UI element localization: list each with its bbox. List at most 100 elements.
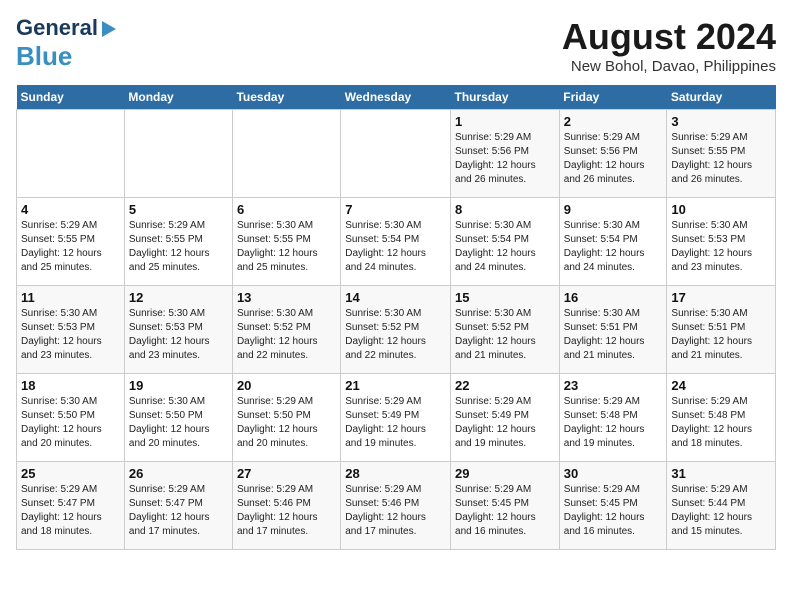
day-info: Sunrise: 5:29 AM Sunset: 5:45 PM Dayligh… — [455, 483, 555, 539]
day-number: 20 — [237, 378, 336, 393]
day-info: Sunrise: 5:30 AM Sunset: 5:50 PM Dayligh… — [129, 395, 228, 451]
calendar-cell: 16 Sunrise: 5:30 AM Sunset: 5:51 PM Dayli… — [559, 286, 667, 374]
calendar-cell: 15 Sunrise: 5:30 AM Sunset: 5:52 PM Dayli… — [451, 286, 560, 374]
day-number: 2 — [564, 114, 663, 129]
day-info: Sunrise: 5:30 AM Sunset: 5:54 PM Dayligh… — [455, 219, 555, 275]
calendar-cell: 30 Sunrise: 5:29 AM Sunset: 5:45 PM Dayli… — [559, 462, 667, 550]
day-number: 7 — [345, 202, 446, 217]
day-number: 10 — [671, 202, 771, 217]
calendar-cell — [232, 110, 340, 198]
day-header-monday: Monday — [124, 85, 232, 110]
day-number: 1 — [455, 114, 555, 129]
title-block: August 2024 New Bohol, Davao, Philippine… — [562, 16, 776, 75]
calendar-cell: 29 Sunrise: 5:29 AM Sunset: 5:45 PM Dayli… — [451, 462, 560, 550]
day-number: 25 — [21, 466, 120, 481]
day-info: Sunrise: 5:29 AM Sunset: 5:45 PM Dayligh… — [564, 483, 663, 539]
day-number: 15 — [455, 290, 555, 305]
day-info: Sunrise: 5:29 AM Sunset: 5:46 PM Dayligh… — [345, 483, 446, 539]
day-header-tuesday: Tuesday — [232, 85, 340, 110]
month-year: August 2024 — [562, 16, 776, 58]
day-number: 29 — [455, 466, 555, 481]
calendar-week-2: 4Sunrise: 5:29 AM Sunset: 5:55 PM Daylig… — [17, 198, 776, 286]
day-number: 24 — [671, 378, 771, 393]
page-header: General Blue August 2024 New Bohol, Dava… — [16, 16, 776, 75]
location: New Bohol, Davao, Philippines — [562, 58, 776, 75]
day-info: Sunrise: 5:29 AM Sunset: 5:46 PM Dayligh… — [237, 483, 336, 539]
calendar-cell: 13 Sunrise: 5:30 AM Sunset: 5:52 PM Dayli… — [232, 286, 340, 374]
day-number: 27 — [237, 466, 336, 481]
day-number: 5 — [129, 202, 228, 217]
calendar-cell: 24Sunrise: 5:29 AM Sunset: 5:48 PM Dayli… — [667, 374, 776, 462]
day-number: 26 — [129, 466, 228, 481]
calendar-cell: 12Sunrise: 5:30 AM Sunset: 5:53 PM Dayli… — [124, 286, 232, 374]
calendar-cell: 28 Sunrise: 5:29 AM Sunset: 5:46 PM Dayli… — [341, 462, 451, 550]
day-number: 8 — [455, 202, 555, 217]
day-info: Sunrise: 5:30 AM Sunset: 5:52 PM Dayligh… — [455, 307, 555, 363]
calendar-cell: 23Sunrise: 5:29 AM Sunset: 5:48 PM Dayli… — [559, 374, 667, 462]
day-number: 22 — [455, 378, 555, 393]
calendar-body: 1 Sunrise: 5:29 AM Sunset: 5:56 PM Daylig… — [17, 110, 776, 550]
day-number: 17 — [671, 290, 771, 305]
day-info: Sunrise: 5:29 AM Sunset: 5:55 PM Dayligh… — [129, 219, 228, 275]
day-number: 28 — [345, 466, 446, 481]
calendar-table: SundayMondayTuesdayWednesdayThursdayFrid… — [16, 85, 776, 550]
day-info: Sunrise: 5:30 AM Sunset: 5:55 PM Dayligh… — [237, 219, 336, 275]
calendar-week-3: 11Sunrise: 5:30 AM Sunset: 5:53 PM Dayli… — [17, 286, 776, 374]
calendar-cell: 1 Sunrise: 5:29 AM Sunset: 5:56 PM Daylig… — [451, 110, 560, 198]
day-info: Sunrise: 5:29 AM Sunset: 5:56 PM Dayligh… — [564, 131, 663, 187]
calendar-cell: 2 Sunrise: 5:29 AM Sunset: 5:56 PM Daylig… — [559, 110, 667, 198]
calendar-cell: 18 Sunrise: 5:30 AM Sunset: 5:50 PM Dayli… — [17, 374, 125, 462]
calendar-cell: 5 Sunrise: 5:29 AM Sunset: 5:55 PM Daylig… — [124, 198, 232, 286]
calendar-cell: 14 Sunrise: 5:30 AM Sunset: 5:52 PM Dayli… — [341, 286, 451, 374]
day-info: Sunrise: 5:30 AM Sunset: 5:52 PM Dayligh… — [237, 307, 336, 363]
day-info: Sunrise: 5:29 AM Sunset: 5:47 PM Dayligh… — [129, 483, 228, 539]
calendar-cell: 6 Sunrise: 5:30 AM Sunset: 5:55 PM Daylig… — [232, 198, 340, 286]
day-info: Sunrise: 5:29 AM Sunset: 5:49 PM Dayligh… — [345, 395, 446, 451]
day-number: 30 — [564, 466, 663, 481]
calendar-cell: 25 Sunrise: 5:29 AM Sunset: 5:47 PM Dayli… — [17, 462, 125, 550]
day-number: 3 — [671, 114, 771, 129]
day-info: Sunrise: 5:29 AM Sunset: 5:56 PM Dayligh… — [455, 131, 555, 187]
calendar-cell: 10 Sunrise: 5:30 AM Sunset: 5:53 PM Dayli… — [667, 198, 776, 286]
day-number: 19 — [129, 378, 228, 393]
day-number: 12 — [129, 290, 228, 305]
calendar-cell: 26 Sunrise: 5:29 AM Sunset: 5:47 PM Dayli… — [124, 462, 232, 550]
logo-text: General — [16, 16, 116, 40]
day-number: 14 — [345, 290, 446, 305]
calendar-week-4: 18 Sunrise: 5:30 AM Sunset: 5:50 PM Dayli… — [17, 374, 776, 462]
logo: General Blue — [16, 16, 116, 71]
day-number: 9 — [564, 202, 663, 217]
calendar-cell: 21Sunrise: 5:29 AM Sunset: 5:49 PM Dayli… — [341, 374, 451, 462]
day-info: Sunrise: 5:29 AM Sunset: 5:50 PM Dayligh… — [237, 395, 336, 451]
logo-blue: Blue — [16, 42, 72, 71]
calendar-week-1: 1 Sunrise: 5:29 AM Sunset: 5:56 PM Daylig… — [17, 110, 776, 198]
day-info: Sunrise: 5:30 AM Sunset: 5:52 PM Dayligh… — [345, 307, 446, 363]
calendar-cell: 27 Sunrise: 5:29 AM Sunset: 5:46 PM Dayli… — [232, 462, 340, 550]
calendar-cell: 17 Sunrise: 5:30 AM Sunset: 5:51 PM Dayli… — [667, 286, 776, 374]
calendar-cell — [17, 110, 125, 198]
day-info: Sunrise: 5:30 AM Sunset: 5:51 PM Dayligh… — [564, 307, 663, 363]
calendar-cell: 3 Sunrise: 5:29 AM Sunset: 5:55 PM Daylig… — [667, 110, 776, 198]
day-info: Sunrise: 5:30 AM Sunset: 5:51 PM Dayligh… — [671, 307, 771, 363]
day-info: Sunrise: 5:30 AM Sunset: 5:50 PM Dayligh… — [21, 395, 120, 451]
day-number: 6 — [237, 202, 336, 217]
calendar-cell: 19 Sunrise: 5:30 AM Sunset: 5:50 PM Dayli… — [124, 374, 232, 462]
day-number: 31 — [671, 466, 771, 481]
day-header-sunday: Sunday — [17, 85, 125, 110]
day-info: Sunrise: 5:30 AM Sunset: 5:53 PM Dayligh… — [671, 219, 771, 275]
day-number: 13 — [237, 290, 336, 305]
calendar-cell: 20 Sunrise: 5:29 AM Sunset: 5:50 PM Dayli… — [232, 374, 340, 462]
calendar-cell: 8 Sunrise: 5:30 AM Sunset: 5:54 PM Daylig… — [451, 198, 560, 286]
day-header-friday: Friday — [559, 85, 667, 110]
day-info: Sunrise: 5:29 AM Sunset: 5:55 PM Dayligh… — [671, 131, 771, 187]
calendar-week-5: 25 Sunrise: 5:29 AM Sunset: 5:47 PM Dayli… — [17, 462, 776, 550]
day-number: 16 — [564, 290, 663, 305]
day-info: Sunrise: 5:29 AM Sunset: 5:47 PM Dayligh… — [21, 483, 120, 539]
day-number: 18 — [21, 378, 120, 393]
day-info: Sunrise: 5:29 AM Sunset: 5:55 PM Dayligh… — [21, 219, 120, 275]
calendar-cell: 7Sunrise: 5:30 AM Sunset: 5:54 PM Daylig… — [341, 198, 451, 286]
calendar-cell: 4Sunrise: 5:29 AM Sunset: 5:55 PM Daylig… — [17, 198, 125, 286]
day-info: Sunrise: 5:30 AM Sunset: 5:54 PM Dayligh… — [564, 219, 663, 275]
day-number: 11 — [21, 290, 120, 305]
day-info: Sunrise: 5:29 AM Sunset: 5:49 PM Dayligh… — [455, 395, 555, 451]
